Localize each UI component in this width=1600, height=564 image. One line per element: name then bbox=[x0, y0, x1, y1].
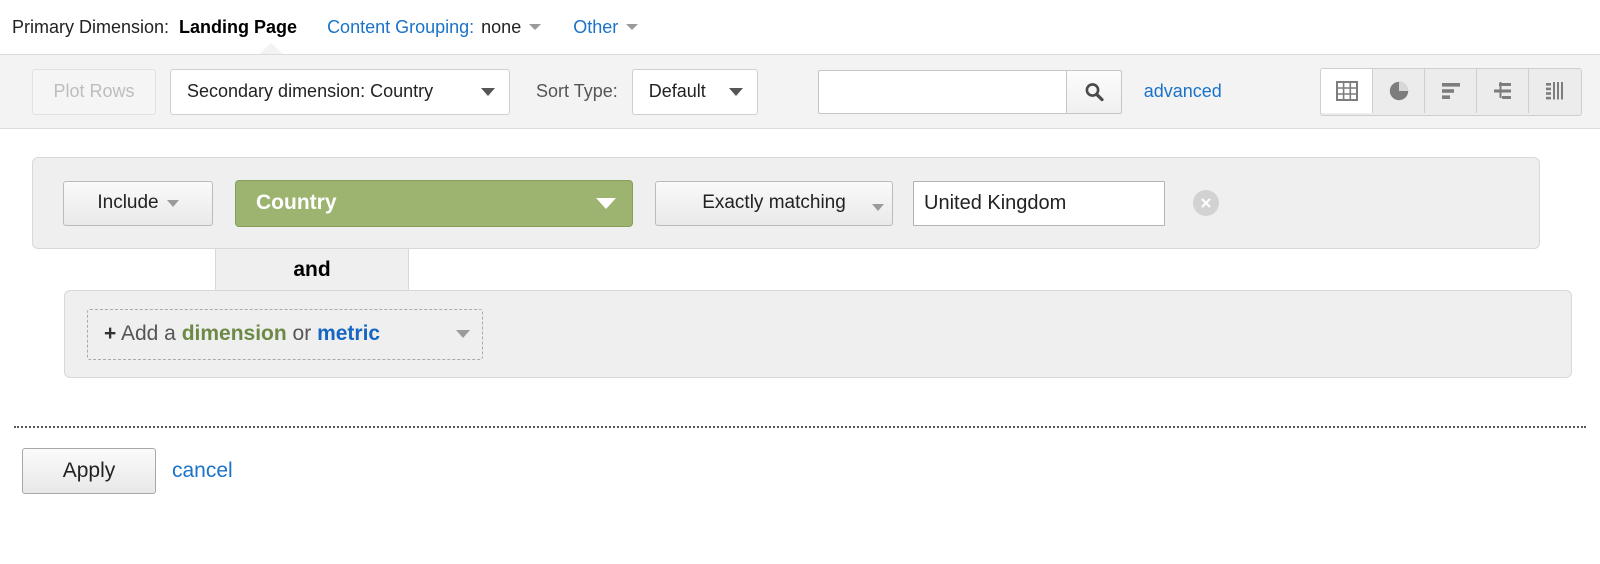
conjunction-tab[interactable]: and bbox=[216, 249, 408, 290]
conjunction-label: and bbox=[293, 258, 330, 282]
conjunction-left-spacer bbox=[64, 249, 216, 290]
content-grouping-label[interactable]: Content Grouping: bbox=[327, 17, 474, 38]
add-dimension-or-metric-button[interactable]: + Add a dimension or metric bbox=[87, 309, 483, 360]
chevron-down-icon bbox=[167, 200, 179, 207]
sort-type-value: Default bbox=[649, 81, 706, 102]
filter-value-input[interactable] bbox=[913, 181, 1165, 226]
chevron-down-icon bbox=[456, 330, 470, 338]
add-joiner: or bbox=[293, 322, 312, 345]
table-view-button[interactable] bbox=[1321, 69, 1373, 113]
plot-rows-label: Plot Rows bbox=[53, 81, 134, 102]
close-icon bbox=[1198, 195, 1214, 211]
pivot-table-icon bbox=[1542, 78, 1568, 104]
secondary-dimension-select[interactable]: Secondary dimension: Country bbox=[170, 69, 510, 115]
filter-builder: Include Country Exactly matching and bbox=[0, 129, 1600, 378]
sort-type-select[interactable]: Default bbox=[632, 69, 758, 115]
bar-view-button[interactable] bbox=[1425, 69, 1477, 113]
filter-row-panel: Include Country Exactly matching bbox=[32, 157, 1540, 249]
filter-dimension-select[interactable]: Country bbox=[235, 180, 633, 227]
add-metric-word: metric bbox=[317, 322, 380, 345]
table-toolbar: Plot Rows Secondary dimension: Country S… bbox=[0, 54, 1600, 129]
match-type-select[interactable]: Exactly matching bbox=[655, 181, 893, 226]
conjunction-row: and bbox=[32, 249, 1600, 290]
chevron-down-icon bbox=[729, 88, 743, 96]
filter-dimension-label: Country bbox=[256, 191, 337, 215]
chevron-down-icon bbox=[872, 204, 884, 211]
advanced-link[interactable]: advanced bbox=[1144, 81, 1222, 102]
pie-chart-icon bbox=[1386, 78, 1412, 104]
comparison-icon bbox=[1490, 78, 1516, 104]
match-type-label: Exactly matching bbox=[702, 192, 846, 214]
other-dimension-menu[interactable]: Other bbox=[573, 17, 638, 38]
plus-icon: + bbox=[104, 322, 116, 345]
conjunction-right-spacer bbox=[408, 249, 1572, 290]
sort-type-label: Sort Type: bbox=[536, 81, 618, 102]
search-icon bbox=[1082, 80, 1106, 104]
add-row-text: + Add a dimension or metric bbox=[104, 322, 380, 346]
plot-rows-button[interactable]: Plot Rows bbox=[32, 69, 156, 115]
search-button[interactable] bbox=[1066, 70, 1122, 114]
apply-button[interactable]: Apply bbox=[22, 448, 156, 494]
bar-chart-icon bbox=[1438, 78, 1464, 104]
chevron-down-icon bbox=[529, 24, 541, 30]
chevron-down-icon bbox=[481, 88, 495, 96]
cancel-link[interactable]: cancel bbox=[172, 459, 233, 483]
primary-dimension-value[interactable]: Landing Page bbox=[179, 17, 297, 38]
remove-filter-button[interactable] bbox=[1193, 190, 1219, 216]
table-search bbox=[818, 70, 1122, 114]
add-prefix: Add a bbox=[121, 322, 176, 345]
include-exclude-select[interactable]: Include bbox=[63, 181, 213, 226]
secondary-dimension-label: Secondary dimension: Country bbox=[187, 81, 433, 102]
include-label: Include bbox=[97, 192, 158, 214]
chevron-down-icon bbox=[596, 198, 616, 209]
chevron-down-icon bbox=[626, 24, 638, 30]
search-input[interactable] bbox=[818, 70, 1066, 114]
primary-dimension-bar: Primary Dimension: Landing Page Content … bbox=[0, 0, 1600, 54]
comparison-view-button[interactable] bbox=[1477, 69, 1529, 113]
add-dimension-word: dimension bbox=[182, 322, 287, 345]
content-grouping-value: none bbox=[481, 17, 521, 38]
primary-dimension-label: Primary Dimension: bbox=[12, 17, 169, 38]
apply-label: Apply bbox=[63, 459, 116, 483]
other-label[interactable]: Other bbox=[573, 17, 618, 38]
content-grouping-selector[interactable]: Content Grouping: none bbox=[327, 17, 541, 38]
table-icon bbox=[1334, 78, 1360, 104]
pivot-view-button[interactable] bbox=[1529, 69, 1581, 113]
add-filter-panel: + Add a dimension or metric bbox=[64, 290, 1572, 378]
view-type-group bbox=[1320, 68, 1582, 116]
footer-actions: Apply cancel bbox=[0, 428, 1600, 494]
pie-view-button[interactable] bbox=[1373, 69, 1425, 113]
